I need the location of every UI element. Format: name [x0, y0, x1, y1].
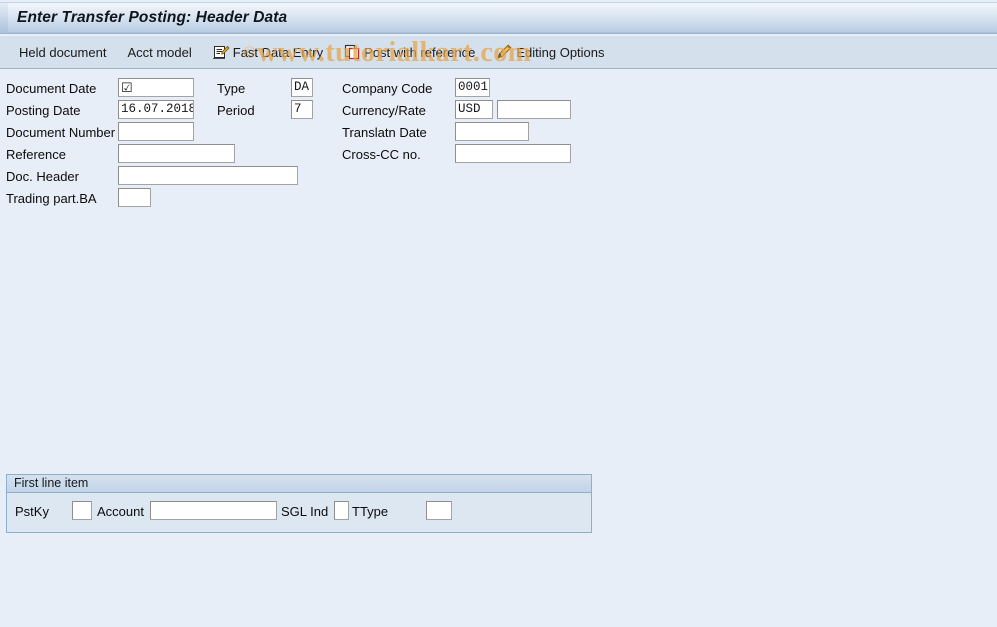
title-accent-bar	[0, 3, 8, 33]
label-type: Type	[217, 81, 245, 96]
label-pstky: PstKy	[15, 504, 49, 519]
label-sgl-ind: SGL Ind	[281, 504, 328, 519]
toolbar-label-post-with-reference: Post with reference	[364, 45, 475, 60]
label-posting-date: Posting Date	[6, 103, 80, 118]
input-type[interactable]: DA	[291, 78, 313, 97]
toolbar-button-editing-options[interactable]: Editing Options	[487, 39, 613, 66]
toolbar-button-post-with-reference[interactable]: Post with reference	[335, 39, 484, 66]
label-currency-rate: Currency/Rate	[342, 103, 426, 118]
header-data-form: Document Date ☑ Type DA Company Code 000…	[0, 78, 997, 210]
input-currency[interactable]: USD	[455, 100, 493, 119]
toolbar-label-editing-options: Editing Options	[516, 45, 604, 60]
label-doc-header: Doc. Header	[6, 169, 79, 184]
input-reference[interactable]	[118, 144, 235, 163]
label-document-date: Document Date	[6, 81, 96, 96]
input-company-code[interactable]: 0001	[455, 78, 490, 97]
application-toolbar: Held document Acct model Fast Data Entry…	[0, 36, 997, 69]
label-period: Period	[217, 103, 255, 118]
input-pstky[interactable]	[72, 501, 92, 520]
input-document-number[interactable]	[118, 122, 194, 141]
form-row-trading-part-ba: Trading part.BA	[0, 188, 997, 210]
form-row-reference: Reference Cross-CC no.	[0, 144, 997, 166]
toolbar-button-acct-model[interactable]: Acct model	[118, 39, 200, 66]
copy-document-icon	[344, 44, 361, 60]
label-trading-part-ba: Trading part.BA	[6, 191, 97, 206]
input-period[interactable]: 7	[291, 100, 313, 119]
document-pencil-icon	[213, 44, 230, 60]
label-document-number: Document Number	[6, 125, 115, 140]
form-row-document-number: Document Number Translatn Date	[0, 122, 997, 144]
label-cross-cc-no: Cross-CC no.	[342, 147, 421, 162]
input-ttype[interactable]	[426, 501, 452, 520]
form-row-posting-date: Posting Date 16.07.2018 Period 7 Currenc…	[0, 100, 997, 122]
first-line-item-panel: First line item PstKy Account SGL Ind TT…	[6, 474, 592, 533]
first-line-item-title: First line item	[7, 475, 591, 493]
first-line-item-body: PstKy Account SGL Ind TType	[7, 493, 591, 532]
page-title: Enter Transfer Posting: Header Data	[8, 9, 287, 27]
toolbar-button-held-document[interactable]: Held document	[10, 39, 115, 66]
pencil-icon	[496, 44, 513, 60]
input-account[interactable]	[150, 501, 277, 520]
input-sgl-ind[interactable]	[334, 501, 349, 520]
label-account: Account	[97, 504, 144, 519]
toolbar-label-fast-data-entry: Fast Data Entry	[233, 45, 323, 60]
window-title-bar: Enter Transfer Posting: Header Data	[0, 2, 997, 34]
input-posting-date[interactable]: 16.07.2018	[118, 100, 194, 119]
toolbar-label-held-document: Held document	[19, 45, 106, 60]
toolbar-button-fast-data-entry[interactable]: Fast Data Entry	[204, 39, 332, 66]
label-ttype: TType	[352, 504, 388, 519]
input-doc-header[interactable]	[118, 166, 298, 185]
form-row-doc-header: Doc. Header	[0, 166, 997, 188]
label-reference: Reference	[6, 147, 66, 162]
label-company-code: Company Code	[342, 81, 432, 96]
toolbar-label-acct-model: Acct model	[127, 45, 191, 60]
input-trading-part-ba[interactable]	[118, 188, 151, 207]
input-document-date[interactable]: ☑	[118, 78, 194, 97]
label-translatn-date: Translatn Date	[342, 125, 427, 140]
input-rate[interactable]	[497, 100, 571, 119]
input-cross-cc-no[interactable]	[455, 144, 571, 163]
input-translatn-date[interactable]	[455, 122, 529, 141]
form-row-document-date: Document Date ☑ Type DA Company Code 000…	[0, 78, 997, 100]
